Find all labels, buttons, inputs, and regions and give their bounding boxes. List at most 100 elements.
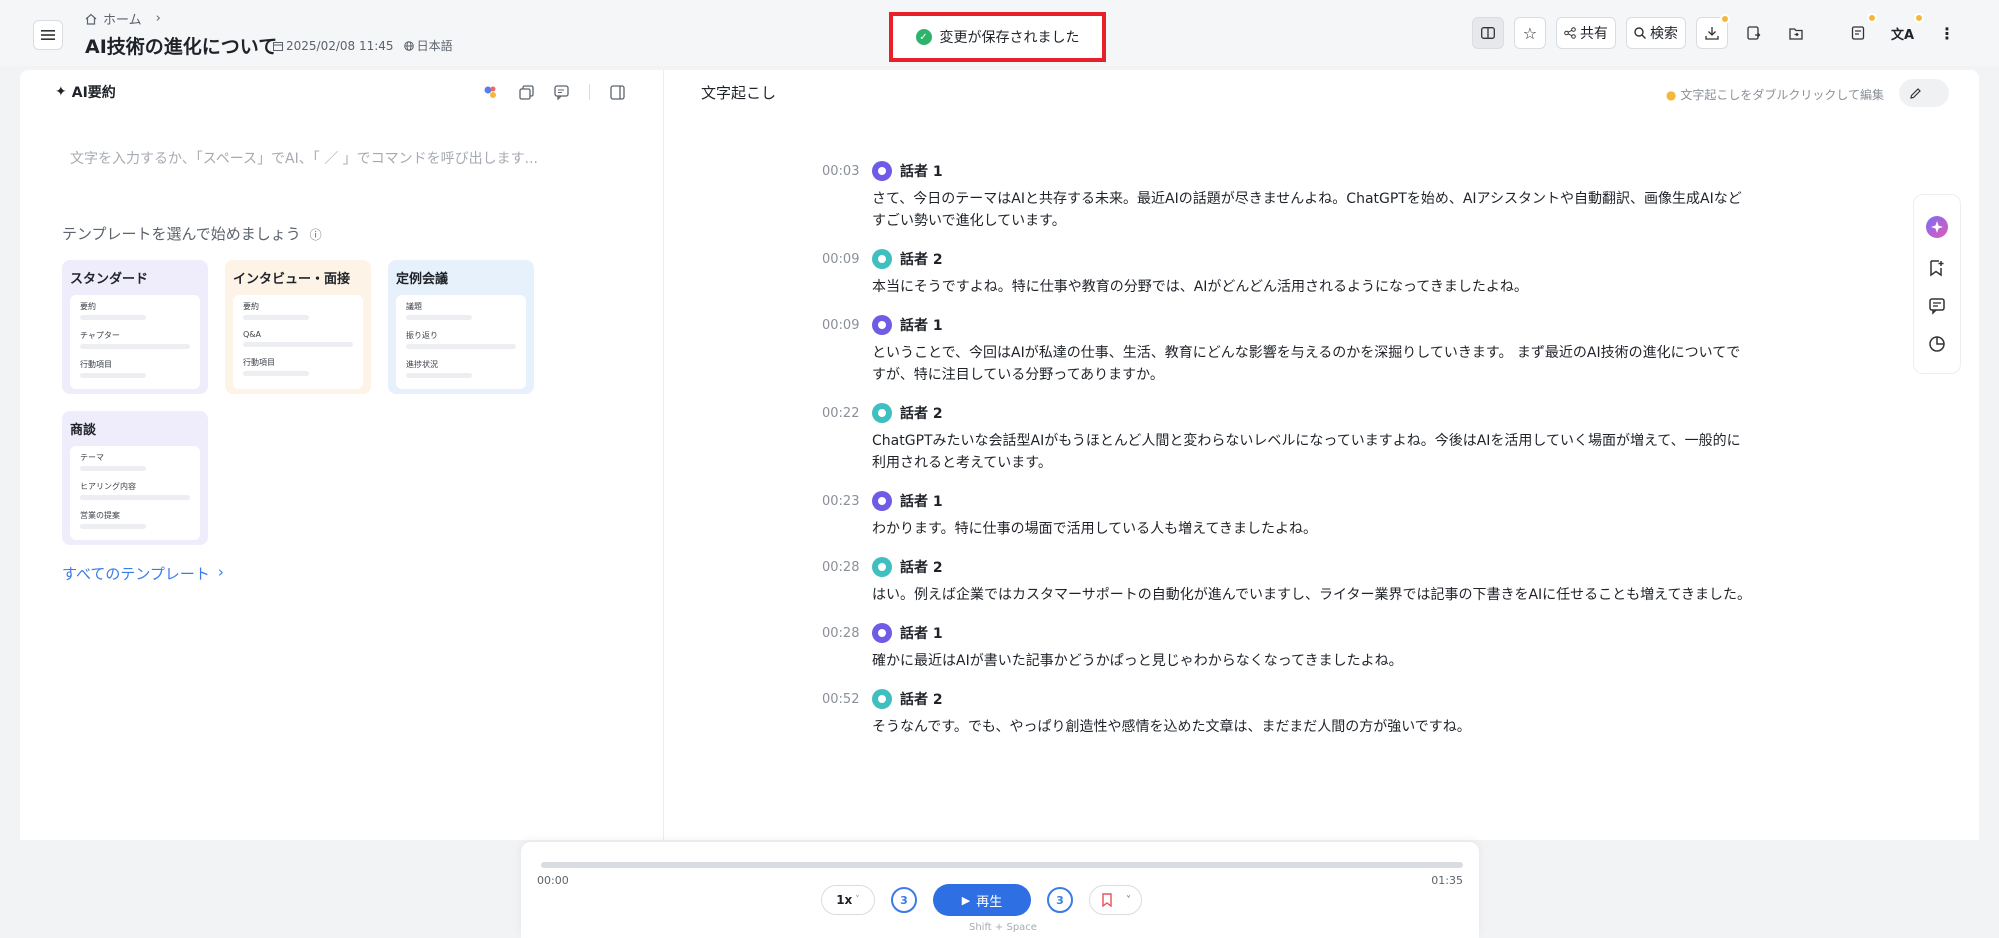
search-button[interactable]: 検索 [1625,17,1686,49]
transcript-segment[interactable]: 00:03 話者 1 さて、今日のテーマはAIと共存する未来。最近AIの話題が尽きま… [822,160,1752,232]
chat-edit-icon[interactable] [554,84,569,100]
bookmark-icon[interactable] [1100,893,1114,907]
edit-hint-text: 文字起こしをダブルクリックして編集 [1680,88,1884,102]
translate-icon: 文A [1890,27,1914,43]
side-dock [1913,194,1961,374]
layout-toggle-button[interactable] [1471,17,1504,49]
transcript-segment[interactable]: 00:28 話者 1 確かに最近はAIが書いた記事かどうかぱっと見じゃわからなくなっ… [822,622,1752,672]
template-preview: 議題 振り返り 進捗状況 [396,295,526,389]
ai-summary-title: AI要約 [71,85,116,101]
play-label: 再生 [976,894,1003,910]
doc-language[interactable]: 日本語 [417,37,453,54]
speaker-name[interactable]: 話者 1 [900,315,943,335]
template-row: チャプター [80,331,120,340]
copy-icon[interactable] [519,84,534,100]
segment-timestamp[interactable]: 00:09 [822,252,864,267]
play-icon: ▶ [961,893,971,907]
bookmark-add-icon[interactable] [1928,259,1946,277]
save-toast: ✓ 変更が保存されました [889,12,1106,62]
segment-text[interactable]: 確かに最近はAIが書いた記事かどうかぱっと見じゃわからなくなってきましたよね。 [872,650,1752,672]
segment-text[interactable]: ということで、今回はAIが私達の仕事、生活、教育にどんな影響を与えるのかを深掘り… [872,342,1752,386]
ai-assistant-icon[interactable] [1925,215,1949,239]
segment-header: 00:28 話者 1 [822,622,1752,644]
speaker-name[interactable]: 話者 2 [900,689,943,709]
edit-mode-toggle[interactable] [1899,79,1949,107]
share-icon [1564,27,1576,39]
share-button[interactable]: 共有 [1555,17,1616,49]
segment-timestamp[interactable]: 00:22 [822,406,864,421]
speaker-name[interactable]: 話者 2 [900,249,943,269]
move-folder-button[interactable] [1780,17,1812,49]
speaker-name[interactable]: 話者 1 [900,623,943,643]
all-templates-link[interactable]: すべてのテンプレート › [62,563,224,584]
play-button[interactable]: ▶ 再生 [933,884,1031,916]
menu-button[interactable] [33,20,63,50]
template-row: 行動項目 [80,360,112,369]
more-vertical-icon: ⋮ [1939,23,1955,43]
lightbulb-icon: ● [1665,87,1677,102]
segment-timestamp[interactable]: 00:09 [822,318,864,333]
skip-forward-button[interactable]: 3 [1047,887,1073,913]
transcript-segment[interactable]: 00:22 話者 2 ChatGPTみたいな会話型AIがもうほとんど人間と変わらない… [822,402,1752,474]
segment-timestamp[interactable]: 00:23 [822,494,864,509]
globe-icon [403,40,414,51]
breadcrumb: ホーム › [85,9,161,28]
ai-summary-panel: ✦ AI要約 文字を入力するか、「スペース」でAI、「 ／ 」でコマンドを呼び出… [20,70,663,840]
page-title[interactable]: AI技術の進化について [85,32,277,59]
template-card-regular-meeting[interactable]: 定例会議 議題 振り返り 進捗状況 [388,260,534,394]
segment-text[interactable]: さて、今日のテーマはAIと共存する未来。最近AIの話題が尽きませんよね。Chat… [872,188,1752,232]
doc-date: 2025/02/08 11:45 [286,38,394,53]
sparkle-icon: ✦ [55,84,67,100]
transcript-segment[interactable]: 00:09 話者 1 ということで、今回はAIが私達の仕事、生活、教育にどんな影響を… [822,314,1752,386]
translate-button[interactable]: 文A [1884,13,1924,49]
template-card-interview[interactable]: インタビュー・面接 要約 Q&A 行動項目 [225,260,371,394]
speaker-name[interactable]: 話者 2 [900,557,943,577]
progress-track[interactable] [541,862,1463,868]
export-button[interactable] [1738,17,1770,49]
ai-summary-input[interactable]: 文字を入力するか、「スペース」でAI、「 ／ 」でコマンドを呼び出します... [70,148,538,168]
segment-text[interactable]: はい。例えば企業ではカスタマーサポートの自動化が進んでいますし、ライター業界では… [872,584,1752,606]
transcript-segment[interactable]: 00:28 話者 2 はい。例えば企業ではカスタマーサポートの自動化が進んでいますし… [822,556,1752,606]
transcript-segment[interactable]: 00:52 話者 2 そうなんです。でも、やっぱり創造性や感情を込めた文章は、まだま… [822,688,1752,738]
save-note-button[interactable] [1842,13,1877,49]
comment-icon[interactable] [1928,297,1946,315]
current-time: 00:00 [537,874,569,887]
transcript-segment[interactable]: 00:09 話者 2 本当にそうですよね。特に仕事や教育の分野では、AIがどんどん活… [822,248,1752,298]
speaker-avatar [872,689,892,709]
skip-back-button[interactable]: 3 [891,887,917,913]
segment-header: 00:23 話者 1 [822,490,1752,512]
template-row: 営業の提案 [80,511,120,520]
template-row: 要約 [243,302,259,311]
template-card-standard[interactable]: スタンダード 要約 チャプター 行動項目 [62,260,208,394]
segment-text[interactable]: わかります。特に仕事の場面で活用している人も増えてきましたよね。 [872,518,1752,540]
mindmap-icon[interactable] [483,84,499,100]
download-button[interactable] [1695,14,1730,49]
speed-select[interactable]: 1x ˅ [821,885,875,915]
speaker-name[interactable]: 話者 1 [900,161,943,181]
transcript-segment[interactable]: 00:23 話者 1 わかります。特に仕事の場面で活用している人も増えてきましたよね… [822,490,1752,540]
segment-timestamp[interactable]: 00:03 [822,164,864,179]
segment-header: 00:22 話者 2 [822,402,1752,424]
segment-timestamp[interactable]: 00:28 [822,626,864,641]
segment-timestamp[interactable]: 00:28 [822,560,864,575]
transcript-title: 文字起こし [701,84,777,102]
home-icon [85,13,97,25]
template-card-sales[interactable]: 商談 テーマ ヒアリング内容 営業の提案 [62,411,208,545]
template-heading: テンプレートを選んで始めましょう ⓘ [62,223,322,244]
check-circle-icon: ✓ [915,29,932,45]
segment-text[interactable]: 本当にそうですよね。特に仕事や教育の分野では、AIがどんどん活用されるようになっ… [872,276,1752,298]
calendar-icon [273,41,283,51]
segment-text[interactable]: そうなんです。でも、やっぱり創造性や感情を込めた文章は、まだまだ人間の方が強いで… [872,716,1752,738]
collapse-panel-icon[interactable] [610,84,625,100]
speaker-name[interactable]: 話者 2 [900,403,943,423]
more-button[interactable]: ⋮ [1931,17,1963,49]
info-icon[interactable]: ⓘ [310,228,322,242]
breadcrumb-home[interactable]: ホーム [103,9,142,28]
favorite-button[interactable]: ☆ [1513,17,1546,49]
speed-value: 1x [836,893,853,907]
pie-chart-icon[interactable] [1928,335,1946,353]
chevron-down-icon[interactable]: ˅ [1126,895,1131,906]
segment-text[interactable]: ChatGPTみたいな会話型AIがもうほとんど人間と変わらないレベルになっていま… [872,430,1752,474]
segment-timestamp[interactable]: 00:52 [822,692,864,707]
speaker-name[interactable]: 話者 1 [900,491,943,511]
